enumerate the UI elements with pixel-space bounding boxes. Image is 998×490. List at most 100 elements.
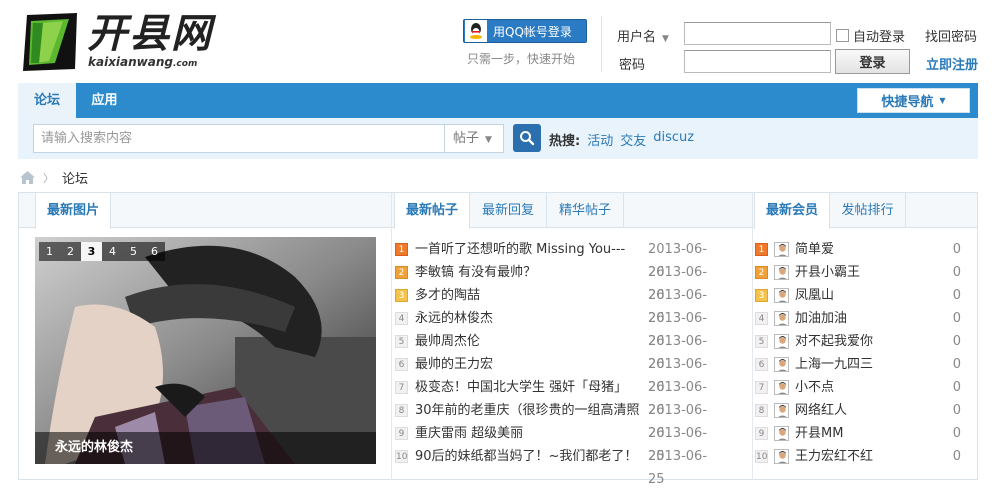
post-row: 10 90后的妹纸都当妈了！~我们都老了！ 2013-06-25 xyxy=(395,445,715,487)
member-name-link[interactable]: 网络红人 xyxy=(795,399,847,422)
tab-featured-posts[interactable]: 精华帖子 xyxy=(547,193,624,228)
slideshow-pager: 1 2 3 4 5 6 xyxy=(39,242,165,261)
search-input[interactable]: 请输入搜索内容 xyxy=(33,124,445,153)
rank-badge: 10 xyxy=(395,450,408,463)
member-post-count: 0 xyxy=(952,265,961,280)
home-icon[interactable] xyxy=(20,171,35,184)
search-bar: 请输入搜索内容 帖子 ▼ 热搜: 活动 交友 discuz xyxy=(18,118,978,159)
site-logo-domain: kaixianwang.com xyxy=(88,55,198,69)
avatar-icon[interactable] xyxy=(774,334,789,349)
slide-page-button-current[interactable]: 3 xyxy=(81,242,102,261)
post-row: 7 极变态！中国北大学生 强奸「母猪」 2013-06-26 xyxy=(395,376,715,418)
checkbox-box[interactable] xyxy=(836,29,849,42)
nav-tab-apps[interactable]: 应用 xyxy=(90,83,119,118)
post-title-link[interactable]: 一首听了还想听的歌 Missing You--- xyxy=(415,238,639,261)
rank-badge: 3 xyxy=(755,289,768,302)
post-title-link[interactable]: 李敏镐 有没有最帅？ xyxy=(415,261,639,284)
search-icon xyxy=(520,131,535,146)
member-row: 10 王力宏红不红 0 xyxy=(755,445,961,468)
avatar-icon[interactable] xyxy=(774,403,789,418)
site-logo-text[interactable]: 开县网 xyxy=(87,12,213,56)
avatar-icon[interactable] xyxy=(774,426,789,441)
member-post-count: 0 xyxy=(952,357,961,372)
member-post-count: 0 xyxy=(952,288,961,303)
image-slideshow[interactable]: 1 2 3 4 5 6 永远的林俊杰 xyxy=(35,237,376,464)
member-row: 4 加油加油 0 xyxy=(755,307,961,330)
post-row: 4 永远的林俊杰 2013-06-26 xyxy=(395,307,715,349)
member-name-link[interactable]: 加油加油 xyxy=(795,307,847,330)
slide-page-button[interactable]: 6 xyxy=(144,242,165,261)
post-title-link[interactable]: 永远的林俊杰 xyxy=(415,307,639,330)
latest-posts-list: 1 一首听了还想听的歌 Missing You--- 2013-06-26 2 李敏镐 … xyxy=(395,238,715,487)
quick-nav-button[interactable]: 快捷导航 ▼ xyxy=(857,88,970,113)
member-name-link[interactable]: 王力宏红不红 xyxy=(795,445,873,468)
search-button[interactable] xyxy=(513,124,541,152)
post-title-link[interactable]: 重庆雷雨 超级美丽 xyxy=(415,422,639,445)
slide-page-button[interactable]: 1 xyxy=(39,242,60,261)
rank-badge: 2 xyxy=(395,266,408,279)
header-divider xyxy=(601,16,602,72)
post-row: 1 一首听了还想听的歌 Missing You--- 2013-06-26 xyxy=(395,238,715,280)
slide-page-button[interactable]: 5 xyxy=(123,242,144,261)
username-type-select[interactable]: 用户名 ▼ xyxy=(617,26,669,45)
hot-link[interactable]: 活动 xyxy=(587,130,613,149)
avatar-icon[interactable] xyxy=(774,242,789,257)
nav-tab-forum[interactable]: 论坛 xyxy=(18,83,76,118)
breadcrumb-current[interactable]: 论坛 xyxy=(62,168,88,187)
member-name-link[interactable]: 小不点 xyxy=(795,376,834,399)
post-title-link[interactable]: 最帅周杰伦 xyxy=(415,330,639,353)
member-name-link[interactable]: 开县小霸王 xyxy=(795,261,860,284)
post-title-link[interactable]: 最帅的王力宏 xyxy=(415,353,639,376)
post-row: 9 重庆雷雨 超级美丽 2013-06-25 xyxy=(395,422,715,464)
member-row: 9 开县MM 0 xyxy=(755,422,961,445)
auto-login-checkbox[interactable]: 自动登录 xyxy=(836,26,905,45)
tab-post-ranking[interactable]: 发帖排行 xyxy=(830,193,906,228)
member-name-link[interactable]: 开县MM xyxy=(795,422,843,445)
password-input[interactable] xyxy=(684,50,831,73)
member-post-count: 0 xyxy=(952,403,961,418)
avatar-icon[interactable] xyxy=(774,265,789,280)
post-row: 3 多才的陶喆 2013-06-26 xyxy=(395,284,715,326)
tab-new-members[interactable]: 最新会员 xyxy=(754,193,830,229)
slide-page-button[interactable]: 2 xyxy=(60,242,81,261)
post-title-link[interactable]: 多才的陶喆 xyxy=(415,284,639,307)
search-category-select[interactable]: 帖子 ▼ xyxy=(444,124,504,153)
auto-login-label: 自动登录 xyxy=(853,30,906,45)
login-button[interactable]: 登录 xyxy=(835,49,910,74)
tab-latest-replies[interactable]: 最新回复 xyxy=(470,193,547,228)
member-post-count: 0 xyxy=(952,449,961,464)
qq-login-button[interactable]: 用QQ帐号登录 xyxy=(463,19,587,43)
rank-badge: 8 xyxy=(395,404,408,417)
post-row: 5 最帅周杰伦 2013-06-26 xyxy=(395,330,715,372)
member-row: 7 小不点 0 xyxy=(755,376,961,399)
hot-link[interactable]: 交友 xyxy=(620,130,646,149)
post-title-link[interactable]: 30年前的老重庆（很珍贵的一组高清照 xyxy=(415,399,639,422)
new-members-list: 1 简单爱 0 2 开县小霸王 0 3 凤凰山 0 4 加油加油 0 5 对不起我爱你 0 6 上海一九四三 0 7… xyxy=(755,238,961,468)
post-title-link[interactable]: 90后的妹纸都当妈了！~我们都老了！ xyxy=(415,445,639,468)
member-name-link[interactable]: 简单爱 xyxy=(795,238,834,261)
avatar-icon[interactable] xyxy=(774,449,789,464)
slide-caption[interactable]: 永远的林俊杰 xyxy=(35,432,376,464)
password-label: 密码 xyxy=(619,58,646,73)
member-name-link[interactable]: 上海一九四三 xyxy=(795,353,873,376)
post-title-link[interactable]: 极变态！中国北大学生 强奸「母猪」 xyxy=(415,376,639,399)
register-link[interactable]: 立即注册 xyxy=(926,54,978,73)
site-logo-mark[interactable] xyxy=(19,11,81,73)
rank-badge: 10 xyxy=(755,450,768,463)
member-name-link[interactable]: 对不起我爱你 xyxy=(795,330,873,353)
rank-badge: 3 xyxy=(395,289,408,302)
forgot-password-link[interactable]: 找回密码 xyxy=(925,26,977,45)
avatar-icon[interactable] xyxy=(774,380,789,395)
qq-login-label: 用QQ帐号登录 xyxy=(493,24,572,39)
slide-page-button[interactable]: 4 xyxy=(102,242,123,261)
avatar-icon[interactable] xyxy=(774,311,789,326)
avatar-icon[interactable] xyxy=(774,288,789,303)
tab-latest-images[interactable]: 最新图片 xyxy=(35,193,111,229)
tab-latest-posts[interactable]: 最新帖子 xyxy=(394,193,470,229)
panel-tabs-bar: 最新图片 最新帖子 最新回复 精华帖子 最新会员 发帖排行 xyxy=(19,193,977,229)
member-row: 6 上海一九四三 0 xyxy=(755,353,961,376)
hot-link[interactable]: discuz xyxy=(653,130,694,149)
member-name-link[interactable]: 凤凰山 xyxy=(795,284,834,307)
username-input[interactable] xyxy=(684,22,831,45)
avatar-icon[interactable] xyxy=(774,357,789,372)
